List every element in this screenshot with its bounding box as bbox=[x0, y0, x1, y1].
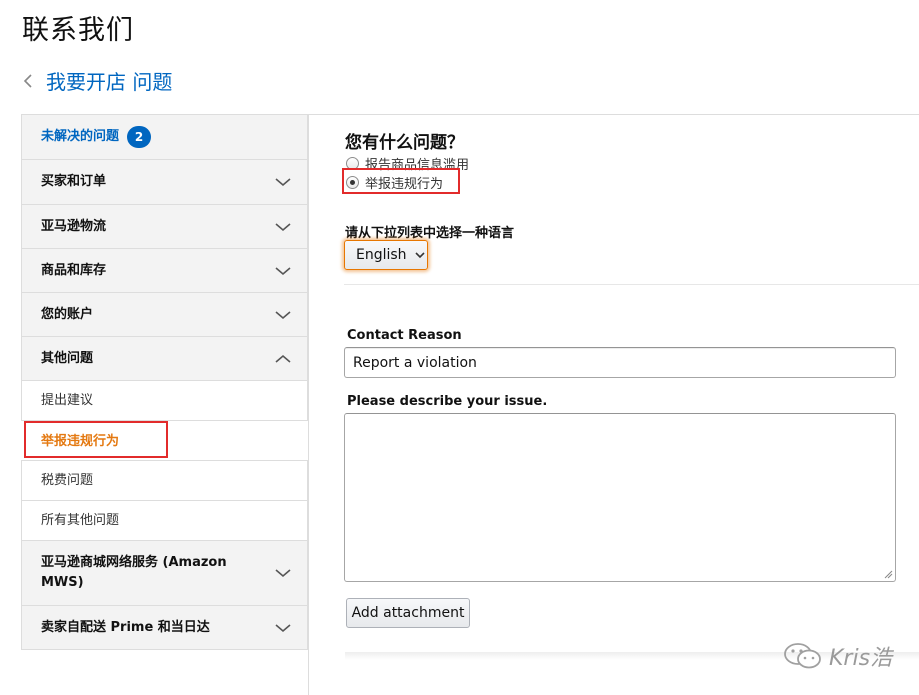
sidebar-item-mws[interactable]: 亚马逊商城网络服务 (Amazon MWS) bbox=[21, 541, 308, 606]
sidebar-item-label: 商品和库存 bbox=[41, 262, 107, 278]
wechat-icon bbox=[784, 643, 821, 669]
sidebar-subitem-tax[interactable]: 税费问题 bbox=[21, 461, 308, 501]
breadcrumb[interactable]: 我要开店 问题 bbox=[20, 66, 172, 95]
sidebar-item-label: 您的账户 bbox=[41, 306, 94, 322]
language-label: 请从下拉列表中选择一种语言 bbox=[345, 226, 515, 241]
contact-reason-label: Contact Reason bbox=[347, 328, 462, 343]
chevron-up-icon bbox=[275, 354, 291, 363]
highlight-box bbox=[342, 168, 460, 194]
sidebar-item-label: 亚马逊商城网络服务 (Amazon MWS) bbox=[41, 555, 227, 590]
sidebar-item-label: 其他问题 bbox=[41, 350, 94, 366]
sidebar-subitem-label: 提出建议 bbox=[41, 392, 94, 408]
sidebar-subitem-label: 税费问题 bbox=[41, 472, 94, 488]
panel-top-border bbox=[308, 114, 919, 115]
sidebar-subitem-label: 举报违规行为 bbox=[41, 434, 120, 449]
count-badge: 2 bbox=[127, 126, 152, 148]
caret-down-icon bbox=[414, 251, 425, 258]
sidebar-item-account[interactable]: 您的账户 bbox=[21, 293, 308, 337]
sidebar-item-seller-prime[interactable]: 卖家自配送 Prime 和当日达 bbox=[21, 606, 308, 650]
sidebar-item-other[interactable]: 其他问题 bbox=[21, 337, 308, 381]
sidebar-item-buyers-orders[interactable]: 买家和订单 bbox=[21, 160, 308, 205]
sidebar-subitem-all-other[interactable]: 所有其他问题 bbox=[21, 501, 308, 541]
describe-issue-label: Please describe your issue. bbox=[347, 394, 548, 409]
describe-issue-textarea[interactable] bbox=[344, 413, 896, 582]
watermark: Kris浩 bbox=[783, 640, 892, 672]
sidebar-item-label: 买家和订单 bbox=[41, 174, 107, 189]
page-title: 联系我们 bbox=[22, 15, 134, 46]
divider bbox=[344, 284, 919, 285]
sidebar-item-products-inventory[interactable]: 商品和库存 bbox=[21, 249, 308, 293]
sidebar-subitem-suggestion[interactable]: 提出建议 bbox=[21, 381, 308, 421]
question-title: 您有什么问题？ bbox=[345, 133, 464, 153]
chevron-left-icon bbox=[23, 73, 32, 88]
language-select-value: English bbox=[356, 247, 407, 263]
sidebar-subitem-report-violation[interactable]: 举报违规行为 bbox=[24, 421, 168, 458]
sidebar-item-fba[interactable]: 亚马逊物流 bbox=[21, 205, 308, 249]
sidebar: 未解决的问题 2 买家和订单 亚马逊物流 商品和库存 您的账户 其他问题 提出建… bbox=[21, 114, 308, 650]
sidebar-item-label: 亚马逊物流 bbox=[41, 218, 107, 234]
sidebar-subitem-label: 所有其他问题 bbox=[41, 512, 120, 528]
contact-reason-input[interactable] bbox=[344, 347, 896, 378]
chevron-down-icon bbox=[275, 222, 291, 231]
sidebar-item-label: 卖家自配送 Prime 和当日达 bbox=[41, 619, 210, 635]
add-attachment-button[interactable]: Add attachment bbox=[346, 598, 470, 628]
chevron-down-icon bbox=[275, 266, 291, 275]
watermark-text: Kris浩 bbox=[829, 646, 893, 671]
breadcrumb-link[interactable]: 我要开店 问题 bbox=[46, 66, 172, 95]
panel-divider bbox=[308, 114, 309, 695]
sidebar-item-unresolved[interactable]: 未解决的问题 2 bbox=[21, 114, 308, 160]
chevron-down-icon bbox=[275, 623, 291, 632]
chevron-down-icon bbox=[275, 178, 291, 187]
language-select[interactable]: English bbox=[344, 240, 428, 270]
chevron-down-icon bbox=[275, 569, 291, 578]
resize-grip-icon[interactable] bbox=[884, 570, 893, 579]
chevron-down-icon bbox=[275, 310, 291, 319]
sidebar-item-label: 未解决的问题 bbox=[41, 129, 120, 144]
